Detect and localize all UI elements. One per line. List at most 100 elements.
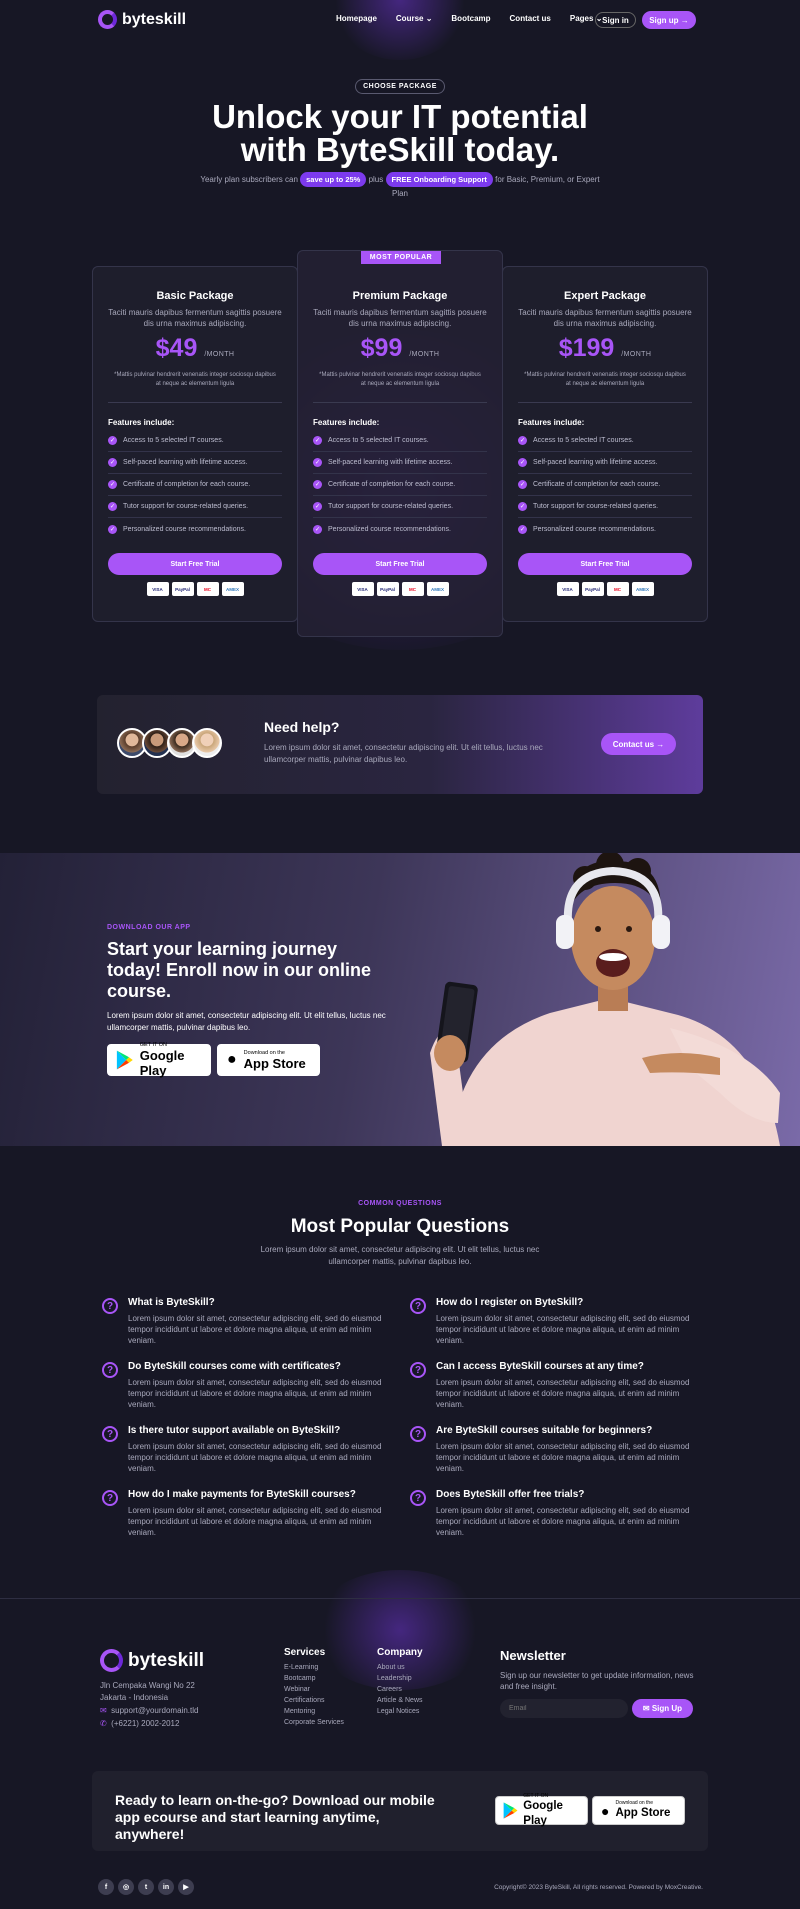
feature-item: ✓ Tutor support for course-related querie… — [108, 496, 282, 518]
footer-link[interactable]: About us — [377, 1664, 423, 1671]
faq-question[interactable]: Do ByteSkill courses come with certifica… — [128, 1361, 341, 1372]
amex-icon: AMEX — [221, 582, 244, 596]
app-text: Lorem ipsum dolor sit amet, consectetur … — [107, 1011, 386, 1032]
help-title: Need help? — [264, 719, 340, 735]
faq-question[interactable]: How do I register on ByteSkill? — [436, 1297, 583, 1308]
hero-subtitle: Yearly plan subscribers can save up to 2… — [200, 172, 600, 200]
nav-homepage[interactable]: Homepage — [336, 14, 377, 23]
app-tag: DOWNLOAD OUR APP — [107, 924, 191, 931]
app-title: Start your learning journey today! Enrol… — [107, 939, 371, 1001]
footer-link[interactable]: Careers — [377, 1686, 423, 1693]
footer-email[interactable]: ✉ support@yourdomain.tld — [100, 1706, 198, 1715]
faq-question[interactable]: Are ByteSkill courses suitable for begin… — [436, 1425, 652, 1436]
brand-logo[interactable]: byteskill — [98, 10, 186, 29]
amex-icon: AMEX — [426, 582, 449, 596]
footer-link[interactable]: Leadership — [377, 1675, 423, 1682]
divider — [313, 402, 487, 403]
signin-button[interactable]: Sign in — [595, 12, 636, 28]
logo-icon — [100, 1649, 123, 1672]
start-trial-button[interactable]: Start Free Trial — [108, 553, 282, 575]
plan-price: $199 /MONTH — [558, 334, 652, 362]
check-icon: ✓ — [108, 436, 117, 445]
feature-item: ✓ Certificate of completion for each cour… — [108, 474, 282, 496]
footer-phone[interactable]: ✆ (+6221) 2002-2012 — [100, 1719, 179, 1728]
instagram-icon[interactable]: ◎ — [118, 1879, 134, 1895]
newsletter-email-input[interactable] — [500, 1699, 628, 1718]
plan-card-expert: Expert Package Taciti mauris dapibus fer… — [502, 266, 708, 622]
feature-item: ✓ Certificate of completion for each cour… — [518, 474, 692, 496]
plan-note: *Mattis pulvinar hendrerit venenatis int… — [114, 372, 276, 387]
paypal-icon: PayPal — [376, 582, 399, 596]
footer-link[interactable]: Corporate Services — [284, 1719, 344, 1726]
youtube-icon[interactable]: ▶ — [178, 1879, 194, 1895]
footer-link[interactable]: E-Learning — [284, 1664, 344, 1671]
faq-title: Most Popular Questions — [290, 1216, 510, 1237]
contact-us-button[interactable]: Contact us → — [601, 733, 676, 755]
feature-item: ✓ Tutor support for course-related querie… — [313, 496, 487, 518]
feature-item: ✓ Self-paced learning with lifetime acces… — [518, 452, 692, 474]
signup-button[interactable]: Sign up → — [642, 11, 696, 29]
faq-answer: Lorem ipsum dolor sit amet, consectetur … — [436, 1378, 690, 1409]
brand-name: byteskill — [122, 10, 187, 28]
feature-item: ✓ Self-paced learning with lifetime acces… — [108, 452, 282, 474]
plan-price: $49 /MONTH — [155, 334, 235, 362]
check-icon: ✓ — [313, 502, 322, 511]
check-icon: ✓ — [313, 458, 322, 467]
plan-desc: Taciti mauris dapibus fermentum sagittis… — [313, 308, 487, 328]
faq-question[interactable]: What is ByteSkill? — [128, 1297, 215, 1308]
phone-icon: ✆ — [100, 1719, 107, 1728]
avatar — [192, 728, 222, 758]
footer-link[interactable]: Legal Notices — [377, 1708, 423, 1715]
footer-logo[interactable]: byteskill — [100, 1649, 204, 1672]
features-label: Features include: — [518, 418, 585, 427]
feature-item: ✓ Personalized course recommendations. — [313, 524, 451, 534]
footer-app-store-button[interactable]: ● Download on the App Store — [592, 1796, 685, 1825]
footer-link[interactable]: Bootcamp — [284, 1675, 344, 1682]
nav-bootcamp[interactable]: Bootcamp — [451, 14, 490, 23]
faq-question[interactable]: Can I access ByteSkill courses at any ti… — [436, 1361, 644, 1372]
footer-link[interactable]: Webinar — [284, 1686, 344, 1693]
nav-course[interactable]: Course ⌄ — [396, 14, 433, 23]
faq-question[interactable]: Does ByteSkill offer free trials? — [436, 1489, 584, 1500]
faq-question[interactable]: How do I make payments for ByteSkill cou… — [128, 1489, 356, 1500]
mobile-app-banner: Ready to learn on-the-go? Download our m… — [92, 1771, 708, 1851]
nav-contact[interactable]: Contact us — [510, 14, 551, 23]
mail-icon: ✉ — [100, 1706, 107, 1715]
linkedin-icon[interactable]: in — [158, 1879, 174, 1895]
download-app-section: DOWNLOAD OUR APP Start your learning jou… — [0, 853, 800, 1146]
question-icon: ? — [410, 1426, 426, 1442]
visa-icon: VISA — [146, 582, 169, 596]
plan-note: *Mattis pulvinar hendrerit venenatis int… — [319, 372, 481, 387]
question-icon: ? — [102, 1490, 118, 1506]
visa-icon: VISA — [351, 582, 374, 596]
footer-link[interactable]: Certifications — [284, 1697, 344, 1704]
twitter-icon[interactable]: t — [138, 1879, 154, 1895]
facebook-icon[interactable]: f — [98, 1879, 114, 1895]
plan-note: *Mattis pulvinar hendrerit venenatis int… — [524, 372, 686, 387]
question-icon: ? — [102, 1362, 118, 1378]
footer-services: Services E-Learning Bootcamp Webinar Cer… — [284, 1647, 344, 1730]
address-line-2: Jakarta - Indonesia — [100, 1693, 169, 1702]
feature-item: ✓ Personalized course recommendations. — [518, 524, 656, 534]
paypal-icon: PayPal — [581, 582, 604, 596]
mastercard-icon: MC — [606, 582, 629, 596]
app-store-button[interactable]: ● Download on the App Store — [217, 1044, 320, 1076]
footer-link[interactable]: Mentoring — [284, 1708, 344, 1715]
check-icon: ✓ — [518, 458, 527, 467]
feature-item: ✓ Access to 5 selected IT courses. — [108, 430, 282, 452]
newsletter-signup-button[interactable]: ✉ Sign Up — [632, 1699, 693, 1718]
start-trial-button[interactable]: Start Free Trial — [518, 553, 692, 575]
check-icon: ✓ — [313, 480, 322, 489]
footer-google-play-button[interactable]: GET IT ON Google Play — [495, 1793, 588, 1827]
start-trial-button[interactable]: Start Free Trial — [313, 553, 487, 575]
check-icon: ✓ — [108, 480, 117, 489]
footer-link[interactable]: Article & News — [377, 1697, 423, 1704]
copyright: Copyright© 2023 ByteSkill, All rights re… — [494, 1884, 703, 1891]
google-play-button[interactable]: GET IT ON Google Play — [107, 1042, 211, 1078]
plan-card-basic: Basic Package Taciti mauris dapibus ferm… — [92, 266, 298, 622]
divider — [518, 402, 692, 403]
faq-question[interactable]: Is there tutor support available on Byte… — [128, 1425, 340, 1436]
plan-name: Expert Package — [564, 290, 646, 302]
apple-icon: ● — [227, 1051, 237, 1068]
feature-item: ✓ Personalized course recommendations. — [108, 524, 246, 534]
